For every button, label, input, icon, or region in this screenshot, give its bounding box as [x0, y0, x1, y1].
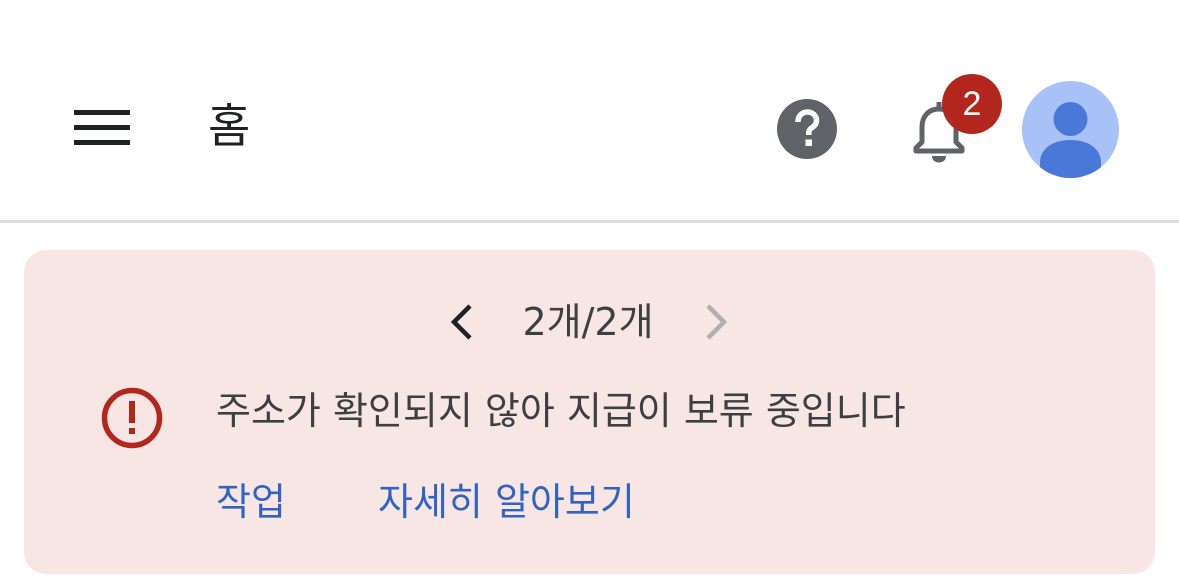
menu-button[interactable] [60, 95, 144, 161]
help-button[interactable] [770, 92, 844, 166]
page-title: 홈 [208, 99, 251, 153]
next-alert-button[interactable] [690, 290, 742, 354]
pager-label: 2개/2개 [522, 300, 654, 344]
help-circle-icon [777, 99, 837, 159]
learn-more-link[interactable]: 자세히 알아보기 [378, 474, 635, 530]
chevron-right-icon [706, 304, 728, 340]
app-screen: 홈 2 2개/2개 주소가 확인되지 않아 지급이 보류 중입니다 작업 자세히… [0, 0, 1179, 588]
previous-alert-button[interactable] [436, 290, 488, 354]
chevron-left-icon [450, 304, 472, 340]
error-circle-icon [101, 387, 163, 449]
account-avatar-button[interactable] [1022, 81, 1119, 178]
hamburger-menu-icon [74, 110, 130, 145]
alert-message: 주소가 확인되지 않아 지급이 보류 중입니다 [216, 389, 906, 433]
account-avatar-icon [1040, 102, 1101, 178]
top-app-bar: 홈 2 [0, 0, 1179, 223]
action-link[interactable]: 작업 [216, 474, 286, 530]
banner-pager: 2개/2개 [0, 290, 1179, 354]
notification-count-badge: 2 [942, 74, 1002, 134]
